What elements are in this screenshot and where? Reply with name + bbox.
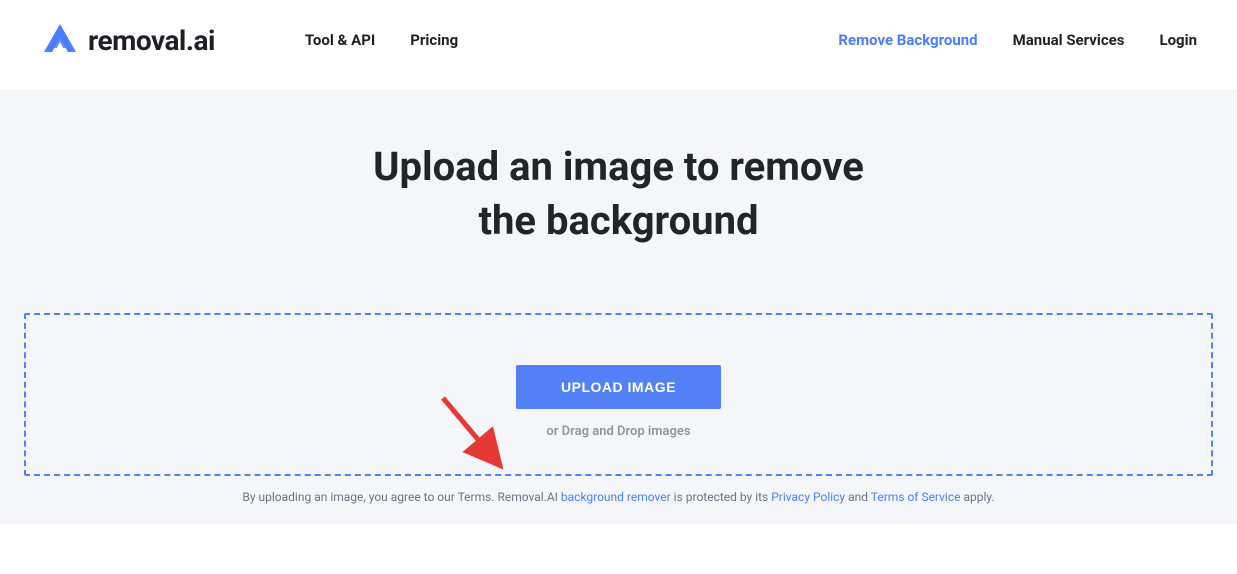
nav-login[interactable]: Login [1159, 31, 1197, 49]
main-section: Upload an image to remove the background… [0, 90, 1237, 524]
upload-dropzone[interactable]: UPLOAD IMAGE or Drag and Drop images [24, 313, 1213, 476]
logo-icon [40, 20, 80, 60]
terms-mid2: and [845, 490, 871, 504]
logo[interactable]: removal.ai [40, 20, 215, 60]
nav-left: Tool & API Pricing [305, 31, 458, 49]
hero-title-line1: Upload an image to remove [373, 143, 864, 190]
nav-remove-background[interactable]: Remove Background [838, 31, 977, 49]
terms-suffix: apply. [960, 490, 994, 504]
upload-image-button[interactable]: UPLOAD IMAGE [516, 365, 721, 409]
nav-manual-services[interactable]: Manual Services [1013, 31, 1125, 49]
nav-tool-api[interactable]: Tool & API [305, 31, 375, 49]
nav-right: Remove Background Manual Services Login [838, 31, 1197, 49]
dropzone-wrap: UPLOAD IMAGE or Drag and Drop images [0, 313, 1237, 476]
terms-text: By uploading an image, you agree to our … [0, 490, 1237, 504]
logo-text: removal.ai [88, 24, 215, 57]
hero-title: Upload an image to remove the background [0, 140, 1237, 248]
nav-pricing[interactable]: Pricing [410, 31, 458, 49]
link-background-remover[interactable]: background remover [561, 490, 671, 504]
header: removal.ai Tool & API Pricing Remove Bac… [0, 0, 1237, 90]
link-terms-of-service[interactable]: Terms of Service [871, 490, 961, 504]
terms-prefix: By uploading an image, you agree to our … [242, 490, 561, 504]
terms-mid1: is protected by its [671, 490, 772, 504]
hero-title-line2: the background [478, 197, 758, 244]
link-privacy-policy[interactable]: Privacy Policy [771, 490, 845, 504]
drag-drop-text: or Drag and Drop images [46, 424, 1191, 439]
